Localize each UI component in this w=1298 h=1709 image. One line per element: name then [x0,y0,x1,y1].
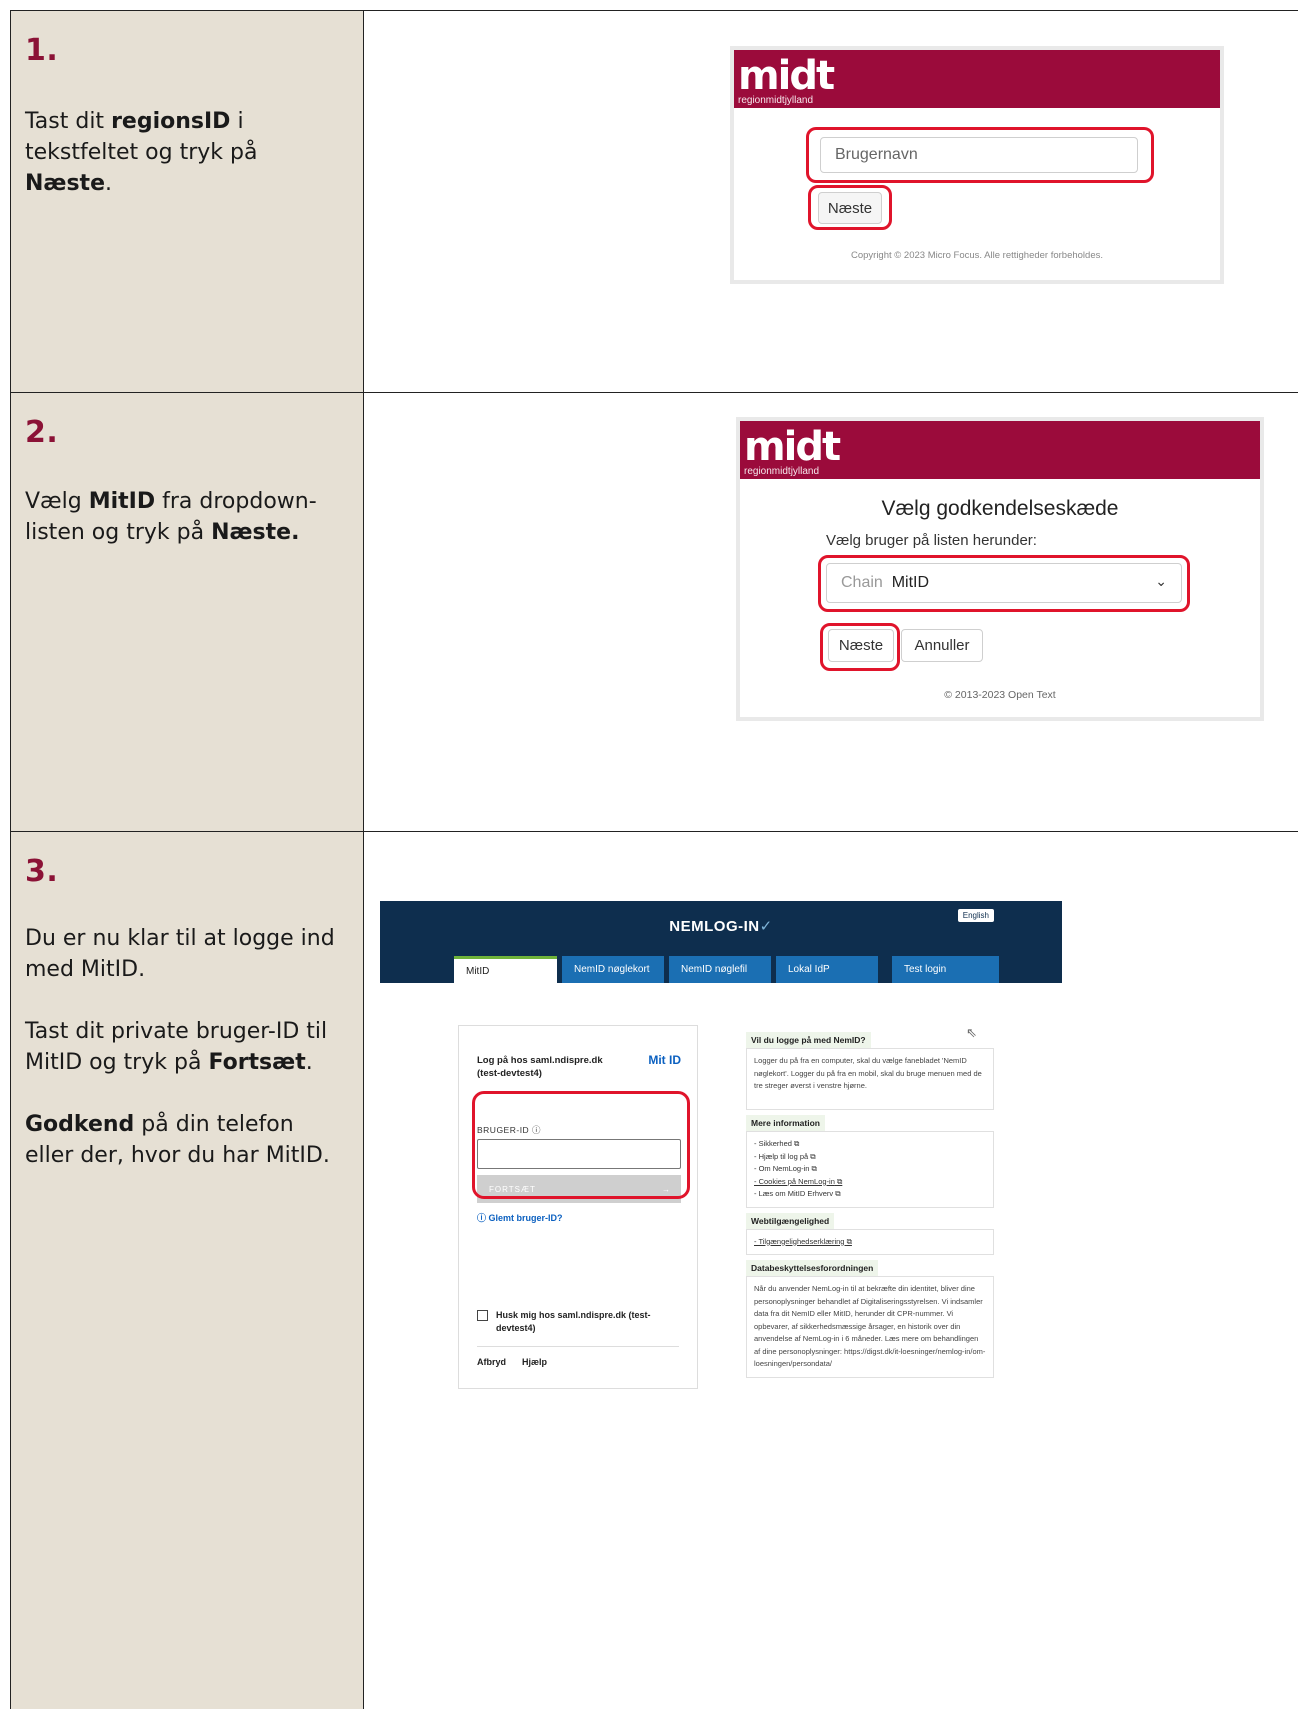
external-link-icon: ⧉ [836,1176,843,1186]
section-heading: Mere information [746,1115,825,1131]
midt-sublogo: regionmidtjylland [744,466,820,477]
external-link-icon: ⧉ [846,1236,852,1246]
forgot-userid-link[interactable]: ⓘ Glemt bruger-ID? [477,1211,563,1224]
info-icon: ⓘ [477,1213,487,1223]
chain-heading: Vælg godkendelseskæde [881,497,1119,520]
chain-subheading: Vælg bruger på listen herunder: [826,532,1037,549]
midt-header: midt regionmidtjylland [740,421,1260,479]
step-2-instructions: 2. Vælg MitID fra dropdown-listen og try… [11,393,364,831]
link-security[interactable]: - Sikkerhed ⧉ [754,1138,986,1151]
external-link-icon: ⧉ [794,1139,800,1148]
info-links: - Sikkerhed ⧉ - Hjælp til log på ⧉ - Om … [746,1131,994,1208]
midt-logo: midt [744,424,841,470]
step-row-2: 2. Vælg MitID fra dropdown-listen og try… [11,393,1298,832]
mitid-login-card: Log på hos saml.ndispre.dk (test-devtest… [458,1025,698,1389]
external-link-icon: ⧉ [810,1151,816,1161]
midt-login-panel: midt regionmidtjylland Brugernavn Næste … [730,46,1224,284]
step-number: 1. [25,33,59,68]
copyright-text: © 2013-2023 Open Text [944,689,1056,701]
step-text: Vælg MitID fra dropdown-listen og tryk p… [25,489,317,545]
highlight-next [808,185,892,230]
section-body: Logger du på fra en computer, skal du væ… [746,1048,994,1110]
highlight-select [818,555,1190,612]
step-1-screenshot: midt regionmidtjylland Brugernavn Næste … [364,11,1298,392]
section-heading: Vil du logge på med NemID? [746,1032,871,1048]
english-button[interactable]: English [957,909,994,922]
tab-test-login[interactable]: Test login [892,956,999,983]
step-row-1: 1. Tast dit regionsID i tekstfeltet og t… [11,11,1298,393]
link-mitid-business[interactable]: - Læs om MitID Erhverv ⧉ [754,1188,986,1201]
tab-nemid-noglekort[interactable]: NemID nøglekort [562,956,664,983]
tab-lokal-idp[interactable]: Lokal IdP [776,956,878,983]
step-number: 3. [25,854,59,889]
external-link-icon: ⧉ [811,1164,817,1173]
card-footer-links: Afbryd Hjælp [477,1357,563,1367]
midt-chain-panel: midt regionmidtjylland Vælg godkendelses… [736,417,1264,721]
midt-sublogo: regionmidtjylland [738,95,814,106]
step-text: Tast dit regionsID i tekstfeltet og tryk… [25,109,258,196]
card-heading: Log på hos saml.ndispre.dk (test-devtest… [477,1055,603,1079]
nemlogin-info: Vil du logge på med NemID? Logger du på … [746,1030,994,1381]
check-icon: ✓ [759,918,773,935]
tab-nemid-noglefil[interactable]: NemID nøglefil [669,956,771,983]
instruction-table: 1. Tast dit regionsID i tekstfeltet og t… [10,10,1298,1709]
info-links: - Tilgængelighedserklæring ⧉ [746,1228,994,1255]
step-number: 2. [25,415,59,450]
step-text-2: Tast dit private bruger-ID til MitID og … [25,1019,328,1075]
nemlogin-header: NEMLOG-IN✓ English MitID NemID nøglekort… [380,901,1062,983]
copyright-text: Copyright © 2023 Micro Focus. Alle retti… [850,250,1104,261]
step-3-instructions: 3. Du er nu klar til at logge ind med Mi… [11,832,364,1709]
midt-header: midt regionmidtjylland [734,50,1220,108]
remember-me[interactable]: Husk mig hos saml.ndispre.dk (test-devte… [477,1309,677,1335]
section-heading: Webtilgængelighed [746,1212,835,1229]
mitid-logo: Mit ID [648,1053,681,1067]
remember-checkbox[interactable] [477,1310,488,1321]
section-body: Når du anvender NemLog-in til at bekræft… [746,1276,994,1378]
link-cookies[interactable]: - Cookies på NemLog-in ⧉ [754,1176,986,1189]
step-text-1: Du er nu klar til at logge ind med MitID… [25,926,335,982]
link-accessibility[interactable]: - Tilgængelighedserklæring ⧉ [754,1236,986,1249]
link-help[interactable]: - Hjælp til log på ⧉ [754,1151,986,1164]
step-1-instructions: 1. Tast dit regionsID i tekstfeltet og t… [11,11,364,392]
section-heading: Databeskyttelsesforordningen [746,1260,879,1276]
step-2-screenshot: midt regionmidtjylland Vælg godkendelses… [364,393,1298,831]
highlight-userid [472,1091,690,1199]
midt-logo: midt [738,53,835,99]
tab-mitid[interactable]: MitID [454,956,557,983]
highlight-username [806,127,1154,183]
cancel-button[interactable]: Annuller [901,629,983,662]
divider [477,1346,679,1347]
cancel-link[interactable]: Afbryd [477,1357,506,1367]
highlight-next [820,623,900,671]
step-text-3: Godkend på din telefon eller der, hvor d… [25,1112,330,1168]
link-about[interactable]: - Om NemLog-in ⧉ [754,1163,986,1176]
help-link[interactable]: Hjælp [522,1357,547,1367]
external-link-icon: ⧉ [835,1189,841,1198]
